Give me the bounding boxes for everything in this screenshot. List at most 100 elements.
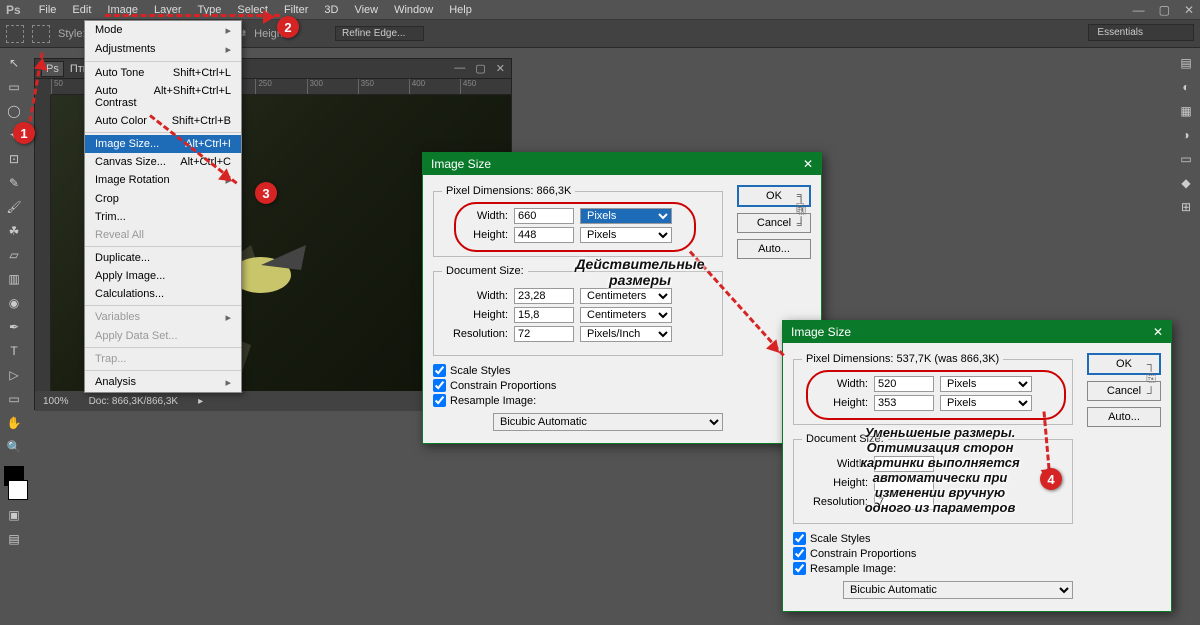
menu-item-mode[interactable]: Mode (85, 21, 241, 40)
menu-item-variables: Variables (85, 308, 241, 327)
menu-item-duplicate-[interactable]: Duplicate... (85, 249, 241, 267)
blur-tool[interactable]: ◉ (5, 294, 23, 312)
resample-checkbox[interactable] (793, 562, 806, 575)
annotation-text-1: Действительные размеры (550, 256, 730, 288)
pen-tool[interactable]: ✒ (5, 318, 23, 336)
menu-item-adjustments[interactable]: Adjustments (85, 40, 241, 59)
dialog-close-icon[interactable]: ✕ (803, 157, 813, 171)
scale-styles-checkbox[interactable] (793, 532, 806, 545)
screenmode-icon[interactable]: ▤ (5, 530, 23, 548)
resample-method-select[interactable]: Bicubic Automatic (843, 581, 1073, 599)
zoom-level[interactable]: 100% (43, 396, 69, 407)
paths-icon[interactable]: ⊞ (1177, 198, 1195, 216)
doc-width-input[interactable] (514, 288, 574, 304)
background-swatch[interactable] (8, 480, 28, 500)
link-icon[interactable]: ⎘ (1146, 371, 1156, 386)
step-4-badge: 4 (1040, 468, 1062, 490)
type-tool[interactable]: T (5, 342, 23, 360)
swatches-icon[interactable]: ▦ (1177, 102, 1195, 120)
eraser-tool[interactable]: ▱ (5, 246, 23, 264)
annotation-text-2: Уменьшеные размеры. Оптимизация сторон к… (840, 426, 1040, 516)
constrain-checkbox[interactable] (793, 547, 806, 560)
crop-tool[interactable]: ⊡ (5, 150, 23, 168)
step-2-badge: 2 (277, 16, 299, 38)
px-width-input[interactable] (874, 376, 934, 392)
quickmask-icon[interactable]: ▣ (5, 506, 23, 524)
auto-button[interactable]: Auto... (737, 239, 811, 259)
lasso-tool[interactable]: ◯ (5, 102, 23, 120)
menu-item-image-rotation[interactable]: Image Rotation (85, 171, 241, 190)
gradient-tool[interactable]: ▥ (5, 270, 23, 288)
doc-width-unit[interactable]: Centimeters (580, 288, 672, 304)
menu-item-analysis[interactable]: Analysis (85, 373, 241, 392)
minimize-icon[interactable]: — (1133, 3, 1145, 17)
menu-help[interactable]: Help (441, 2, 480, 18)
link-icon[interactable]: ⎘ (796, 201, 806, 216)
menu-item-calculations-[interactable]: Calculations... (85, 285, 241, 303)
px-width-unit[interactable]: Pixels (940, 376, 1032, 392)
layers-icon[interactable]: ▭ (1177, 150, 1195, 168)
color-icon[interactable]: ◐ (1177, 78, 1195, 96)
menu-item-trim-[interactable]: Trim... (85, 208, 241, 226)
ps-logo: Ps (6, 3, 21, 17)
maximize-icon[interactable]: ▢ (1159, 3, 1170, 17)
marquee-icon[interactable] (6, 25, 24, 43)
menu-item-crop[interactable]: Crop (85, 190, 241, 208)
menu-filter[interactable]: Filter (276, 2, 316, 18)
constrain-checkbox[interactable] (433, 379, 446, 392)
pixel-dimensions-value: 866,3K (536, 185, 571, 197)
menu-item-auto-contrast[interactable]: Auto ContrastAlt+Shift+Ctrl+L (85, 82, 241, 112)
px-width-unit[interactable]: Pixels (580, 208, 672, 224)
refine-edge-button[interactable]: Refine Edge... (335, 26, 424, 41)
doc-minimize-icon[interactable]: — (454, 62, 465, 75)
doc-close-icon[interactable]: ✕ (496, 62, 505, 75)
menu-item-apply-image-[interactable]: Apply Image... (85, 267, 241, 285)
history-icon[interactable]: ▤ (1177, 54, 1195, 72)
menu-file[interactable]: File (31, 2, 65, 18)
shape-tool[interactable]: ▭ (5, 390, 23, 408)
hand-tool[interactable]: ✋ (5, 414, 23, 432)
zoom-tool[interactable]: 🔍 (5, 438, 23, 456)
stamp-tool[interactable]: ☘ (5, 222, 23, 240)
menu-item-trap-: Trap... (85, 350, 241, 368)
doc-height-unit[interactable]: Centimeters (580, 307, 672, 323)
resample-method-select[interactable]: Bicubic Automatic (493, 413, 723, 431)
image-menu-dropdown: ModeAdjustments Auto ToneShift+Ctrl+LAuto… (84, 20, 242, 393)
menu-item-apply-data-set-: Apply Data Set... (85, 327, 241, 345)
px-height-unit[interactable]: Pixels (940, 395, 1032, 411)
menu-view[interactable]: View (346, 2, 386, 18)
adjust-icon[interactable]: ◑ (1177, 126, 1195, 144)
menu-item-reveal-all: Reveal All (85, 226, 241, 244)
px-height-unit[interactable]: Pixels (580, 227, 672, 243)
marquee-mode-icon[interactable] (32, 25, 50, 43)
workspace-select[interactable]: Essentials (1088, 24, 1194, 41)
px-height-input[interactable] (874, 395, 934, 411)
info-chevron-icon[interactable]: ▸ (198, 396, 203, 407)
auto-button[interactable]: Auto... (1087, 407, 1161, 427)
doc-maximize-icon[interactable]: ▢ (475, 62, 485, 75)
resample-checkbox[interactable] (433, 394, 446, 407)
panels-dock: ▤ ◐ ▦ ◑ ▭ ◆ ⊞ (1172, 48, 1200, 625)
resolution-input[interactable] (514, 326, 574, 342)
menu-window[interactable]: Window (386, 2, 441, 18)
eyedropper-tool[interactable]: ✎ (5, 174, 23, 192)
px-width-label: Width: (442, 210, 508, 222)
path-tool[interactable]: ▷ (5, 366, 23, 384)
px-width-input[interactable] (514, 208, 574, 224)
px-height-input[interactable] (514, 227, 574, 243)
close-icon[interactable]: ✕ (1184, 3, 1194, 17)
menu-item-image-size-[interactable]: Image Size...Alt+Ctrl+I (85, 135, 241, 153)
channels-icon[interactable]: ◆ (1177, 174, 1195, 192)
dialog-title: Image Size (431, 157, 491, 171)
brush-tool[interactable]: 🖌 (5, 198, 23, 216)
resolution-unit[interactable]: Pixels/Inch (580, 326, 672, 342)
menu-bar: Ps File Edit Image Layer Type Select Fil… (0, 0, 1200, 20)
menu-edit[interactable]: Edit (64, 2, 99, 18)
dialog-close-icon[interactable]: ✕ (1153, 325, 1163, 339)
doc-height-input[interactable] (514, 307, 574, 323)
menu-item-auto-tone[interactable]: Auto ToneShift+Ctrl+L (85, 64, 241, 82)
menu-3d[interactable]: 3D (316, 2, 346, 18)
marquee-tool[interactable]: ▭ (5, 78, 23, 96)
move-tool[interactable]: ↖ (5, 54, 23, 72)
scale-styles-checkbox[interactable] (433, 364, 446, 377)
